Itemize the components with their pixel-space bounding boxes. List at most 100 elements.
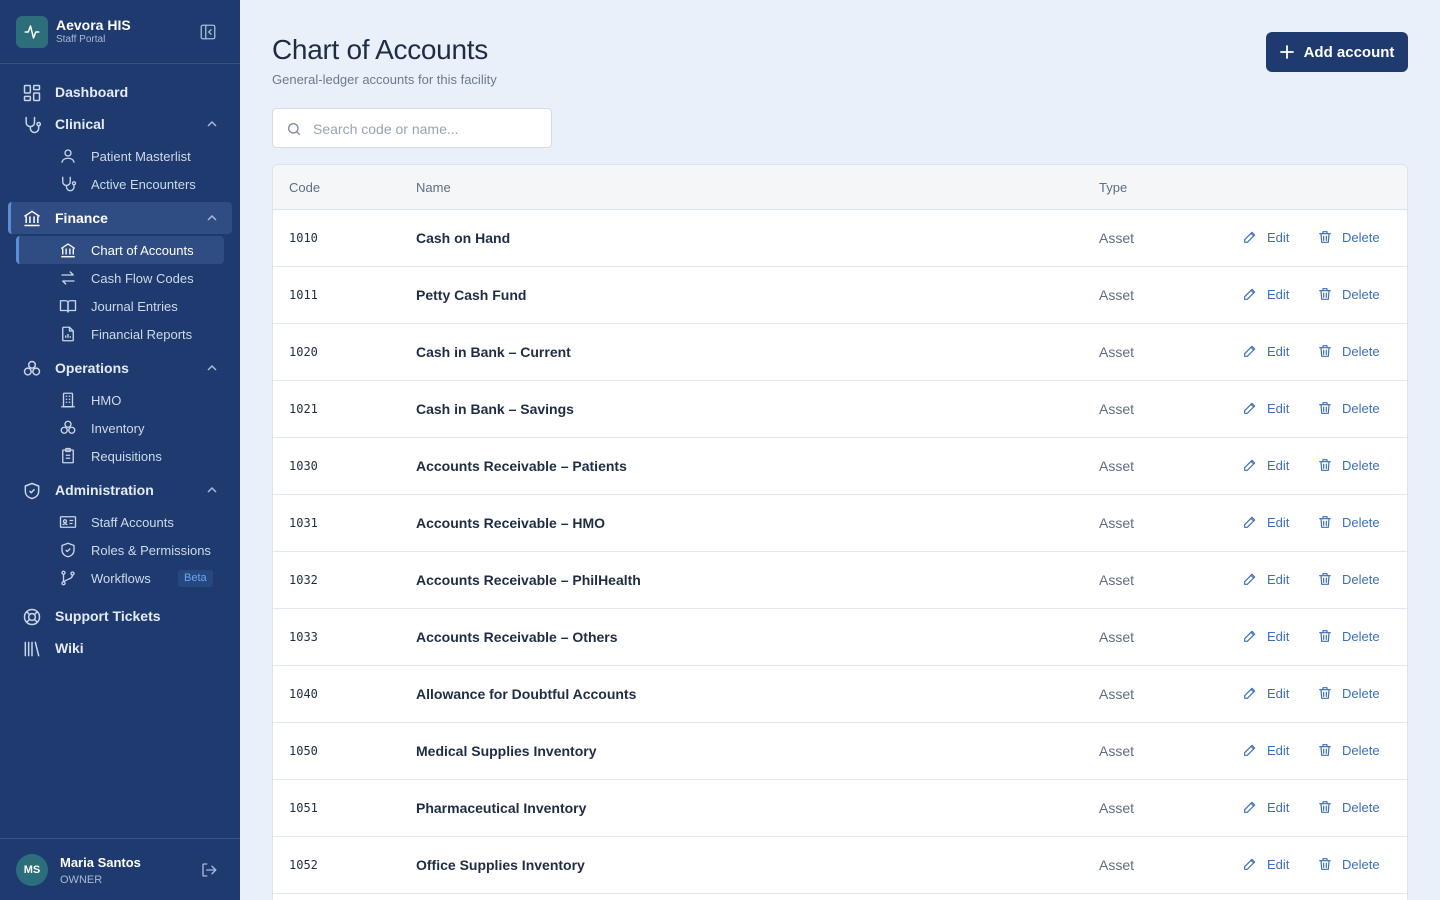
pencil-icon [1244,573,1256,585]
sidebar-item-operations[interactable]: Operations [8,353,232,383]
shield-check-icon [59,541,77,559]
sidebar-item-administration[interactable]: Administration [8,475,232,505]
delete-button[interactable]: Delete [1317,571,1380,587]
delete-label: Delete [1342,685,1380,701]
avatar[interactable]: MS [16,854,48,886]
delete-label: Delete [1342,628,1380,644]
account-type: Asset [1099,230,1135,246]
delete-button[interactable]: Delete [1317,799,1380,815]
delete-button[interactable]: Delete [1317,856,1380,872]
account-name: Office Supplies Inventory [416,857,585,873]
search-input[interactable] [313,118,538,140]
sidebar-item-label: Patient Masterlist [91,149,191,164]
shield-check-icon [22,481,42,501]
account-type: Asset [1099,629,1135,645]
sidebar-item-label: Active Encounters [91,177,196,192]
edit-label: Edit [1267,400,1290,416]
edit-label: Edit [1267,799,1290,815]
pencil-icon [1244,687,1256,699]
sidebar-item-label: Clinical [55,116,105,132]
edit-button[interactable]: Edit [1242,457,1289,473]
chevron-up-icon[interactable] [206,212,218,224]
sidebar-item-inventory[interactable]: Inventory [16,415,224,441]
account-name: Accounts Receivable – PhilHealth [416,572,641,588]
account-code: 1032 [289,573,318,587]
sidebar-item-active-encounters[interactable]: Active Encounters [16,171,224,197]
delete-button[interactable]: Delete [1317,400,1380,416]
edit-label: Edit [1267,856,1290,872]
sidebar-item-requisitions[interactable]: Requisitions [16,443,224,469]
sidebar-item-journal-entries[interactable]: Journal Entries [16,293,224,319]
delete-button[interactable]: Delete [1317,628,1380,644]
search-icon [288,123,300,135]
sidebar-item-chart-of-accounts[interactable]: Chart of Accounts [16,236,224,264]
add-account-label: Add account [1303,43,1395,61]
logout-icon[interactable] [200,861,218,879]
delete-label: Delete [1342,229,1380,245]
table-row: 1033 Accounts Receivable – Others Asset Edi… [273,609,1407,666]
sidebar-item-cash-flow-codes[interactable]: Cash Flow Codes [16,265,224,291]
edit-button[interactable]: Edit [1242,799,1289,815]
edit-button[interactable]: Edit [1242,856,1289,872]
boxes-icon [22,359,42,379]
bank-icon [59,241,77,259]
account-code: 1011 [289,288,318,302]
account-type: Asset [1099,800,1135,816]
delete-button[interactable]: Delete [1317,685,1380,701]
sidebar-item-roles-permissions[interactable]: Roles & Permissions [16,537,224,563]
chevron-up-icon[interactable] [206,118,218,130]
edit-button[interactable]: Edit [1242,343,1289,359]
search-box [272,108,552,148]
sidebar-item-finance[interactable]: Finance [8,202,232,234]
chevron-up-icon[interactable] [206,484,218,496]
sidebar-item-dashboard[interactable]: Dashboard [8,77,232,107]
sidebar-item-support-tickets[interactable]: Support Tickets [8,601,232,631]
sidebar-item-label: Finance [55,210,108,226]
pulse-logo-icon [16,16,48,48]
add-account-button[interactable]: Add account [1266,32,1408,72]
user-role: OWNER [60,874,103,886]
delete-button[interactable]: Delete [1317,514,1380,530]
edit-button[interactable]: Edit [1242,514,1289,530]
beta-badge: Beta [178,570,213,587]
pencil-icon [1244,630,1256,642]
table-header: Code Name Type [273,165,1407,210]
edit-button[interactable]: Edit [1242,628,1289,644]
edit-button[interactable]: Edit [1242,742,1289,758]
edit-button[interactable]: Edit [1242,685,1289,701]
id-card-icon [59,513,77,531]
stethoscope-icon [22,115,42,135]
sidebar-item-financial-reports[interactable]: Financial Reports [16,321,224,347]
edit-button[interactable]: Edit [1242,400,1289,416]
open-book-icon [59,297,77,315]
sidebar-item-clinical[interactable]: Clinical [8,109,232,139]
sidebar-item-hmo[interactable]: HMO [16,387,224,413]
chevron-up-icon[interactable] [206,362,218,374]
sidebar-item-staff-accounts[interactable]: Staff Accounts [16,509,224,535]
sidebar-item-wiki[interactable]: Wiki [8,633,232,663]
delete-button[interactable]: Delete [1317,343,1380,359]
trash-icon [1319,402,1331,414]
account-name: Allowance for Doubtful Accounts [416,686,637,702]
sidebar-item-label: Support Tickets [55,608,161,624]
table-row: 1030 Accounts Receivable – Patients Asset E… [273,438,1407,495]
trash-icon [1319,459,1331,471]
sidebar-item-label: Workflows [91,571,151,586]
delete-button[interactable]: Delete [1317,457,1380,473]
trash-icon [1319,231,1331,243]
delete-button[interactable]: Delete [1317,742,1380,758]
page-subtitle: General-ledger accounts for this facilit… [272,72,497,87]
swap-arrows-icon [59,269,77,287]
account-type: Asset [1099,287,1135,303]
delete-button[interactable]: Delete [1317,286,1380,302]
edit-label: Edit [1267,685,1290,701]
edit-button[interactable]: Edit [1242,286,1289,302]
sidebar-item-workflows[interactable]: Workflows Beta [16,565,224,591]
pencil-icon [1244,801,1256,813]
sidebar-item-patient-masterlist[interactable]: Patient Masterlist [16,143,224,169]
table-row: 1010 Cash on Hand Asset Edit Delete [273,210,1407,267]
edit-button[interactable]: Edit [1242,571,1289,587]
edit-button[interactable]: Edit [1242,229,1289,245]
delete-button[interactable]: Delete [1317,229,1380,245]
collapse-sidebar-icon[interactable] [198,22,218,42]
